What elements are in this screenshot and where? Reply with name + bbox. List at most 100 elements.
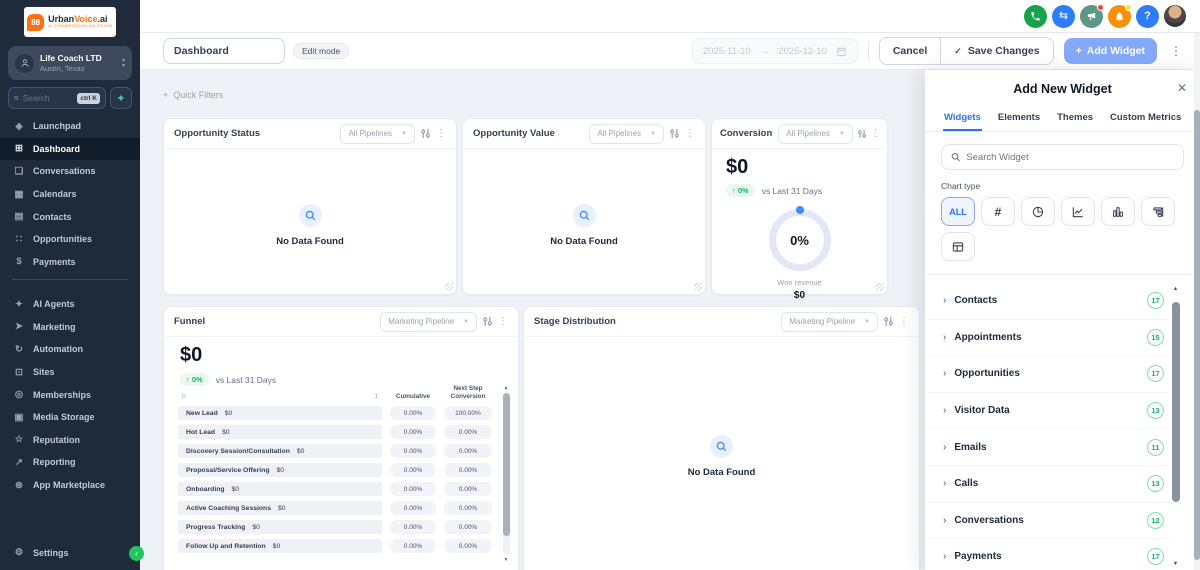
ai-assistant-button[interactable]: ✦ — [110, 87, 132, 109]
line-chart-icon — [1072, 206, 1083, 217]
widget-category-row[interactable]: › Contacts 17 — [925, 283, 1170, 320]
sidebar-item-reporting[interactable]: ↗ Reporting — [0, 451, 140, 474]
sidebar-item-memberships[interactable]: ◎ Memberships — [0, 383, 140, 406]
scrollbar-thumb[interactable] — [502, 393, 510, 536]
user-avatar[interactable] — [1164, 5, 1186, 27]
chart-type-number-button[interactable]: # — [981, 197, 1015, 226]
filter-icon[interactable] — [857, 129, 867, 139]
scroll-down-icon[interactable]: ▼ — [1173, 561, 1178, 567]
filter-icon[interactable] — [883, 316, 894, 327]
more-options-icon[interactable]: ⋮ — [1167, 44, 1185, 58]
sidebar-item-dashboard[interactable]: ⊞ Dashboard — [0, 137, 140, 161]
dashboard-title-input[interactable] — [163, 38, 285, 64]
widget-title: Conversion — [720, 128, 773, 139]
widget-menu-icon[interactable]: ⋮ — [498, 316, 508, 327]
scroll-up-icon[interactable]: ▲ — [1173, 286, 1178, 292]
sidebar-item-ai-agents[interactable]: ✦ AI Agents — [0, 293, 140, 316]
help-icon[interactable]: ? — [1136, 4, 1159, 28]
widget-category-row[interactable]: › Payments 17 — [925, 539, 1170, 570]
funnel-next-step-cell: 0.00% — [444, 444, 492, 459]
widget-category-row[interactable]: › Conversations 12 — [925, 503, 1170, 540]
sidebar-item-automation[interactable]: ↻ Automation — [0, 338, 140, 361]
sidebar-item-settings[interactable]: ⚙ Settings — [0, 541, 140, 564]
scroll-down-icon[interactable]: ▼ — [504, 557, 509, 563]
category-list-scrollbar[interactable]: ▲ ▼ — [1171, 286, 1180, 567]
sidebar-nav-main: ◈ Launchpad ⊞ Dashboard ❏ Conversations ▦ Ca… — [0, 115, 140, 273]
quick-filters-toggle[interactable]: + Quick Filters — [163, 90, 223, 100]
chart-type-bar-button[interactable] — [1101, 197, 1135, 226]
announcements-megaphone-icon[interactable] — [1080, 3, 1104, 28]
filter-icon[interactable] — [482, 316, 493, 327]
page-scrollbar[interactable] — [1194, 33, 1200, 570]
widget-category-row[interactable]: › Appointments 15 — [925, 320, 1170, 357]
chevron-right-icon: › — [943, 551, 947, 563]
sidebar-item-opportunities[interactable]: ∷ Opportunities — [0, 228, 140, 251]
sidebar-search[interactable]: ctrl K — [8, 87, 106, 109]
close-icon[interactable]: ✕ — [1177, 81, 1187, 95]
ai-agents-icon: ✦ — [15, 298, 23, 310]
widget-category-row[interactable]: › Calls 13 — [925, 466, 1170, 503]
tab-themes[interactable]: Themes — [1056, 112, 1094, 131]
scrollbar-thumb[interactable] — [1171, 302, 1180, 502]
date-range-picker[interactable]: 2025-11-10 → 2025-12-10 — [691, 38, 858, 64]
app-window: 88 UrbanVoice.ai AI CONVERSATION SOLUTIO… — [0, 0, 1200, 570]
widget-menu-icon[interactable]: ⋮ — [436, 128, 446, 139]
sidebar-search-input[interactable] — [22, 93, 74, 103]
widget-category-row[interactable]: › Opportunities 17 — [925, 356, 1170, 393]
widget-menu-icon[interactable]: ⋮ — [871, 128, 881, 139]
compare-label: vs Last 31 Days — [761, 185, 823, 196]
widget-category-list: › Contacts 17 › Appointments 15 › Opport… — [925, 283, 1170, 570]
sidebar-item-payments[interactable]: $ Payments — [0, 251, 140, 274]
pipeline-select[interactable]: All Pipelines ▼ — [589, 123, 664, 144]
pipeline-select[interactable]: All Pipelines ▼ — [340, 123, 415, 144]
add-widget-button[interactable]: + Add Widget — [1063, 38, 1157, 64]
chart-type-pie-button[interactable] — [1021, 197, 1055, 226]
category-count-badge: 13 — [1147, 475, 1164, 493]
sidebar-item-reputation[interactable]: ☆ Reputation — [0, 429, 140, 452]
widget-search[interactable] — [941, 144, 1184, 170]
save-changes-button[interactable]: ✓ Save Changes — [941, 38, 1053, 64]
scrollbar-thumb[interactable] — [1194, 110, 1200, 560]
sidebar-item-app-marketplace[interactable]: ⊛ App Marketplace — [0, 474, 140, 497]
sidebar-item-media-storage[interactable]: ▣ Media Storage — [0, 406, 140, 429]
quick-actions-icon[interactable]: ⇆ — [1052, 4, 1075, 28]
account-switcher[interactable]: Life Coach LTD Austin, Texas ▴ ▾ — [8, 46, 132, 80]
widget-stage-distribution: Stage Distribution Marketing Pipeline ▼ ⋮… — [523, 306, 920, 570]
reporting-icon: ↗ — [15, 456, 23, 468]
widget-category-row[interactable]: › Visitor Data 13 — [925, 393, 1170, 430]
pipeline-select[interactable]: Marketing Pipeline ▼ — [380, 311, 477, 332]
scroll-up-icon[interactable]: ▲ — [504, 385, 509, 391]
funnel-row: Follow Up and Retention $0 0.00% 0.00% — [178, 539, 494, 554]
chart-type-all-button[interactable]: ALL — [941, 197, 975, 226]
top-header: ⇆ ? — [140, 0, 1200, 33]
widget-menu-icon[interactable]: ⋮ — [685, 128, 695, 139]
sidebar-item-launchpad[interactable]: ◈ Launchpad — [0, 115, 140, 138]
sidebar-item-marketing[interactable]: ➤ Marketing — [0, 316, 140, 339]
sidebar-item-sites[interactable]: ⊡ Sites — [0, 361, 140, 384]
chart-type-table-button[interactable] — [941, 232, 975, 261]
filter-icon[interactable] — [420, 128, 431, 139]
pipeline-select[interactable]: All Pipelines ▼ — [778, 123, 853, 144]
pipeline-select[interactable]: Marketing Pipeline ▼ — [781, 311, 878, 332]
sidebar-item-contacts[interactable]: ▤ Contacts — [0, 205, 140, 228]
chart-type-line-button[interactable] — [1061, 197, 1095, 226]
tab-custom-metrics[interactable]: Custom Metrics — [1109, 112, 1182, 131]
phone-icon[interactable] — [1024, 4, 1047, 28]
won-revenue-label: Won revenue — [777, 278, 822, 287]
cancel-button[interactable]: Cancel — [879, 38, 941, 64]
sidebar-item-conversations[interactable]: ❏ Conversations — [0, 160, 140, 183]
sidebar-collapse-button[interactable]: ‹ — [129, 546, 144, 561]
chart-type-horizontal-bar-button[interactable] — [1141, 197, 1175, 226]
tab-widgets[interactable]: Widgets — [943, 112, 982, 131]
widget-category-row[interactable]: › Emails 11 — [925, 429, 1170, 466]
notifications-bell-icon[interactable] — [1108, 3, 1132, 28]
notification-dot — [1097, 3, 1104, 11]
funnel-scrollbar[interactable]: ▲ ▼ — [502, 385, 510, 563]
widget-menu-icon[interactable]: ⋮ — [899, 316, 909, 327]
sidebar-item-calendars[interactable]: ▦ Calendars — [0, 183, 140, 206]
conversion-value: $0 — [726, 156, 749, 178]
widget-search-input[interactable] — [966, 151, 1174, 163]
tab-elements[interactable]: Elements — [997, 112, 1041, 131]
filter-icon[interactable] — [669, 128, 680, 139]
widget-opportunity-value: Opportunity Value All Pipelines ▼ ⋮ No Da… — [462, 118, 706, 295]
